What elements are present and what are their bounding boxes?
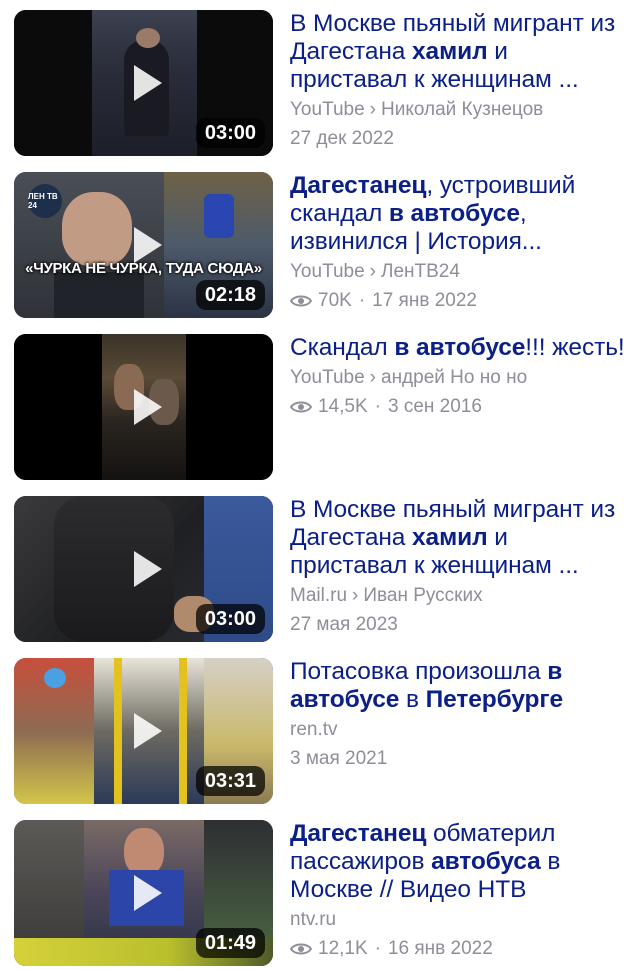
meta-dot: · xyxy=(374,938,381,959)
video-source[interactable]: YouTube › андрей Но но но xyxy=(290,367,630,389)
video-meta: 3 мая 2021 xyxy=(290,748,630,770)
source-host: YouTube xyxy=(290,367,365,388)
video-duration: 02:18 xyxy=(195,280,265,310)
breadcrumb-separator: › xyxy=(369,367,376,388)
video-meta: 27 мая 2023 xyxy=(290,614,630,636)
video-results-list: 03:00 В Москве пьяный мигрант из Дагеста… xyxy=(0,0,640,966)
video-meta: 70K · 17 янв 2022 xyxy=(290,290,630,312)
video-source[interactable]: YouTube › ЛенТВ24 xyxy=(290,261,630,283)
source-author: Николай Кузнецов xyxy=(381,99,544,120)
video-title-link[interactable]: Скандал в автобусе!!! жесть! xyxy=(290,334,630,362)
video-result-3[interactable]: Скандал в автобусе!!! жесть! YouTube › анд… xyxy=(0,334,640,484)
video-date: 16 янв 2022 xyxy=(387,938,493,959)
play-icon[interactable] xyxy=(117,866,171,920)
video-date: 27 дек 2022 xyxy=(290,128,394,149)
channel-logo: ЛЕН ТВ 24 xyxy=(28,184,62,218)
video-date: 27 мая 2023 xyxy=(290,614,398,635)
video-thumbnail[interactable]: ЛЕН ТВ 24 «ЧУРКА НЕ ЧУРКА, ТУДА СЮДА» 02… xyxy=(14,172,273,318)
video-title-link[interactable]: В Москве пьяный мигрант из Дагестана хам… xyxy=(290,496,630,580)
title-highlight: в автобусе xyxy=(394,334,526,361)
video-result-2[interactable]: ЛЕН ТВ 24 «ЧУРКА НЕ ЧУРКА, ТУДА СЮДА» 02… xyxy=(0,172,640,322)
play-icon[interactable] xyxy=(117,56,171,110)
video-title-link[interactable]: Дагестанец, устроивший скандал в автобус… xyxy=(290,172,630,256)
source-host: ren.tv xyxy=(290,719,338,740)
video-source[interactable]: ntv.ru xyxy=(290,909,630,931)
view-count: 14,5K xyxy=(318,396,368,417)
eye-icon xyxy=(290,295,312,307)
video-thumbnail[interactable]: 03:00 xyxy=(14,496,273,642)
source-host: ntv.ru xyxy=(290,909,337,930)
video-thumbnail[interactable]: 03:31 xyxy=(14,658,273,804)
video-result-4[interactable]: 03:00 В Москве пьяный мигрант из Дагеста… xyxy=(0,496,640,646)
title-highlight: хамил xyxy=(412,524,488,551)
video-title-link[interactable]: Дагестанец обматерил пассажиров автобуса… xyxy=(290,820,630,904)
source-host: YouTube xyxy=(290,99,365,120)
breadcrumb-separator: › xyxy=(369,99,376,120)
play-icon[interactable] xyxy=(117,542,171,596)
source-host: Mail.ru xyxy=(290,585,348,606)
source-host: YouTube xyxy=(290,261,365,282)
title-highlight: хамил xyxy=(412,38,488,65)
eye-icon xyxy=(290,943,312,955)
title-text: в xyxy=(399,686,426,713)
video-thumbnail[interactable] xyxy=(14,334,273,480)
video-date: 3 мая 2021 xyxy=(290,748,388,769)
source-author: ЛенТВ24 xyxy=(381,261,460,282)
title-text: !!! жесть! xyxy=(525,334,625,361)
title-highlight: в автобусе xyxy=(388,200,520,227)
view-count: 12,1K xyxy=(318,938,368,959)
video-date: 3 сен 2016 xyxy=(387,396,482,417)
video-duration: 03:31 xyxy=(195,766,265,796)
play-icon[interactable] xyxy=(117,218,171,272)
meta-dot: · xyxy=(374,396,381,417)
breadcrumb-separator: › xyxy=(352,585,359,606)
breadcrumb-separator: › xyxy=(369,261,376,282)
source-author: Иван Русских xyxy=(363,585,483,606)
video-duration: 03:00 xyxy=(195,118,265,148)
title-highlight: автобуса xyxy=(431,848,541,875)
video-meta: 27 дек 2022 xyxy=(290,128,630,150)
title-text: Потасовка произошла xyxy=(290,658,548,685)
source-author: андрей Но но но xyxy=(381,367,528,388)
video-result-6[interactable]: 01:49 Дагестанец обматерил пассажиров ав… xyxy=(0,820,640,970)
video-date: 17 янв 2022 xyxy=(372,290,477,311)
play-icon[interactable] xyxy=(117,704,171,758)
meta-dot: · xyxy=(358,290,366,311)
video-result-1[interactable]: 03:00 В Москве пьяный мигрант из Дагеста… xyxy=(0,10,640,160)
view-count: 70K xyxy=(318,290,352,311)
video-thumbnail[interactable]: 03:00 xyxy=(14,10,273,156)
video-source[interactable]: YouTube › Николай Кузнецов xyxy=(290,99,630,121)
video-source[interactable]: Mail.ru › Иван Русских xyxy=(290,585,630,607)
title-text: Скандал xyxy=(290,334,395,361)
video-duration: 03:00 xyxy=(195,604,265,634)
title-highlight: Петербурге xyxy=(425,686,564,713)
video-thumbnail[interactable]: 01:49 xyxy=(14,820,273,966)
video-source[interactable]: ren.tv xyxy=(290,719,630,741)
video-duration: 01:49 xyxy=(195,928,265,958)
play-icon[interactable] xyxy=(117,380,171,434)
video-title-link[interactable]: В Москве пьяный мигрант из Дагестана хам… xyxy=(290,10,630,94)
video-meta: 12,1K · 16 янв 2022 xyxy=(290,938,630,960)
video-result-5[interactable]: 03:31 Потасовка произошла в автобусе в П… xyxy=(0,658,640,808)
title-highlight: Дагестанец xyxy=(290,820,427,847)
eye-icon xyxy=(290,401,312,413)
title-highlight: Дагестанец xyxy=(290,172,427,199)
video-meta: 14,5K · 3 сен 2016 xyxy=(290,396,630,418)
video-title-link[interactable]: Потасовка произошла в автобусе в Петербу… xyxy=(290,658,630,714)
